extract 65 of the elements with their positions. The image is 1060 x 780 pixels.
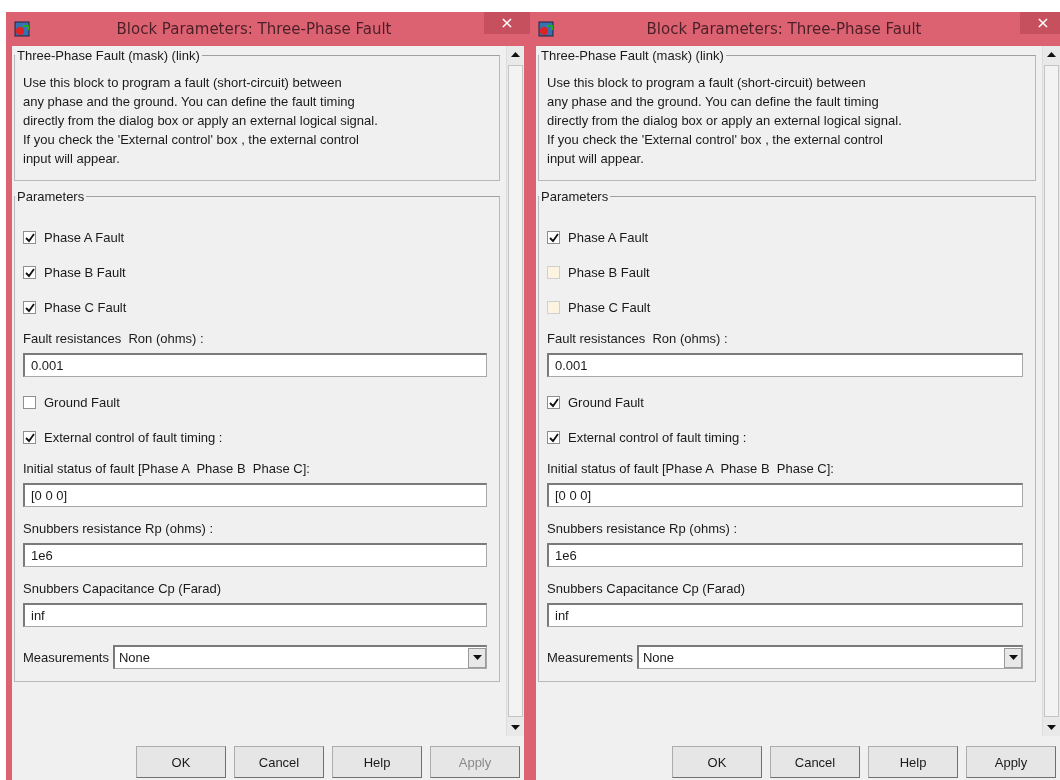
scrollbar[interactable] bbox=[1042, 46, 1060, 736]
input-field[interactable]: 0.001 bbox=[547, 353, 1023, 377]
field-label: Snubbers resistance Rp (ohms) : bbox=[23, 521, 214, 538]
checkbox-label: External control of fault timing : bbox=[44, 430, 223, 445]
checkbox[interactable] bbox=[547, 231, 560, 244]
checkbox-label: Phase C Fault bbox=[568, 300, 651, 315]
checkbox-label: Phase A Fault bbox=[568, 230, 649, 245]
dialog-button[interactable]: Apply bbox=[966, 746, 1056, 778]
field-label: Measurements bbox=[23, 649, 109, 665]
checkbox[interactable] bbox=[23, 396, 36, 409]
checkbox[interactable] bbox=[23, 431, 36, 444]
scroll-up-icon[interactable] bbox=[1047, 52, 1056, 57]
dropdown-caret-icon[interactable] bbox=[468, 647, 486, 668]
scroll-down-icon[interactable] bbox=[1047, 725, 1056, 730]
field-label: Initial status of fault [Phase A Phase B Phase C]: bbox=[23, 461, 310, 478]
checkbox-label: Phase B Fault bbox=[568, 265, 650, 280]
input-field[interactable]: [0 0 0] bbox=[23, 483, 487, 507]
app-icon bbox=[538, 21, 554, 37]
window-title: Block Parameters: Three-Phase Fault bbox=[116, 20, 392, 38]
scroll-down-icon[interactable] bbox=[511, 725, 520, 730]
field-label: Fault resistances Ron (ohms) : bbox=[23, 331, 204, 348]
dialog-button[interactable]: Help bbox=[868, 746, 958, 778]
dialog-button[interactable]: OK bbox=[672, 746, 762, 778]
dropdown[interactable]: None bbox=[113, 645, 487, 669]
field-label: Snubbers resistance Rp (ohms) : bbox=[547, 521, 738, 538]
scroll-up-icon[interactable] bbox=[511, 52, 520, 57]
field-label: Measurements bbox=[547, 649, 633, 665]
scrollbar[interactable] bbox=[506, 46, 524, 736]
checkbox[interactable] bbox=[23, 301, 36, 314]
group-title: Parameters bbox=[16, 189, 86, 204]
close-button[interactable]: × bbox=[484, 12, 530, 34]
group-title: Three-Phase Fault (mask) (link) bbox=[16, 48, 201, 63]
checkbox-label: Phase C Fault bbox=[44, 300, 127, 315]
field-label: Snubbers Capacitance Cp (Farad) bbox=[547, 581, 745, 598]
dropdown-caret-icon[interactable] bbox=[1004, 647, 1022, 668]
checkbox-label: Phase A Fault bbox=[44, 230, 125, 245]
input-field[interactable]: 1e6 bbox=[23, 543, 487, 567]
description-text: Use this block to program a fault (short-circuit) between any phase and the ground. You can define the fault timing directly from the dialog box or apply an external logical signal. If you check the 'External control' box , the external control input will appear. bbox=[23, 74, 379, 168]
checkbox[interactable] bbox=[23, 231, 36, 244]
checkbox-label: Ground Fault bbox=[568, 395, 644, 410]
group-title: Three-Phase Fault (mask) (link) bbox=[540, 48, 725, 63]
description-text: Use this block to program a fault (short-circuit) between any phase and the ground. You can define the fault timing directly from the dialog box or apply an external logical signal. If you check the 'External control' box , the external control input will appear. bbox=[547, 74, 903, 168]
input-field[interactable]: 1e6 bbox=[547, 543, 1023, 567]
dropdown[interactable]: None bbox=[637, 645, 1023, 669]
field-label: Fault resistances Ron (ohms) : bbox=[547, 331, 728, 348]
dialog-button[interactable]: Help bbox=[332, 746, 422, 778]
checkbox-label: Phase B Fault bbox=[44, 265, 126, 280]
dialog-button[interactable]: Cancel bbox=[234, 746, 324, 778]
input-field[interactable]: [0 0 0] bbox=[547, 483, 1023, 507]
input-field[interactable]: inf bbox=[547, 603, 1023, 627]
field-label: Initial status of fault [Phase A Phase B Phase C]: bbox=[547, 461, 834, 478]
field-label: Snubbers Capacitance Cp (Farad) bbox=[23, 581, 221, 598]
app-icon bbox=[14, 21, 30, 37]
close-button[interactable]: × bbox=[1020, 12, 1060, 34]
checkbox[interactable] bbox=[547, 396, 560, 409]
checkbox-label: External control of fault timing : bbox=[568, 430, 747, 445]
input-field[interactable]: inf bbox=[23, 603, 487, 627]
checkbox[interactable] bbox=[23, 266, 36, 279]
dialog-button[interactable]: OK bbox=[136, 746, 226, 778]
input-field[interactable]: 0.001 bbox=[23, 353, 487, 377]
dialog-button[interactable]: Cancel bbox=[770, 746, 860, 778]
group-title: Parameters bbox=[540, 189, 610, 204]
window-title: Block Parameters: Three-Phase Fault bbox=[646, 20, 922, 38]
checkbox[interactable] bbox=[547, 431, 560, 444]
checkbox-label: Ground Fault bbox=[44, 395, 120, 410]
